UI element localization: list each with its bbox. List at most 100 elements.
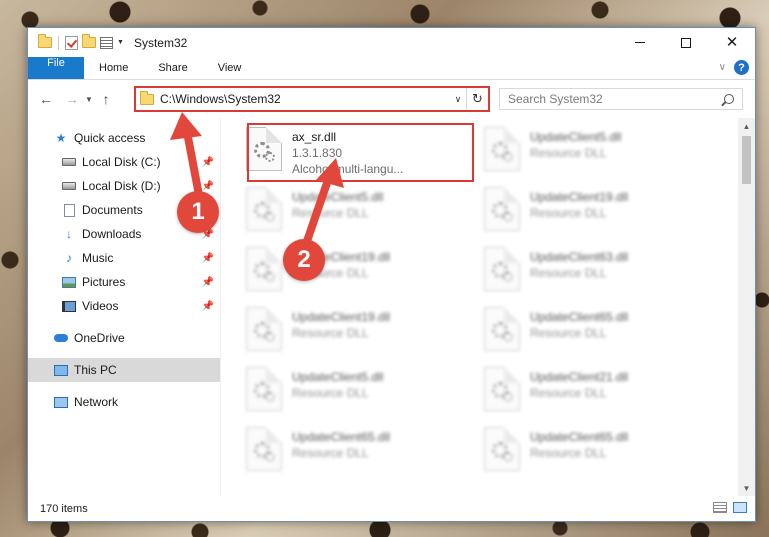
tab-home[interactable]: Home: [84, 57, 143, 79]
scrollbar-thumb[interactable]: [742, 136, 751, 184]
vertical-scrollbar[interactable]: ▲ ▼: [738, 118, 755, 496]
search-icon[interactable]: [724, 94, 734, 104]
maximize-icon: [681, 37, 691, 48]
file-item[interactable]: UpdateClient65.dll Resource DLL: [246, 423, 484, 483]
refresh-icon[interactable]: ↻: [466, 88, 488, 110]
new-folder-icon[interactable]: [82, 34, 96, 48]
scroll-down-icon[interactable]: ▼: [738, 480, 755, 496]
nav-quick-access-label: Quick access: [74, 131, 146, 145]
nav-pictures[interactable]: Pictures 📌: [28, 270, 220, 294]
nav-onedrive-label: OneDrive: [74, 331, 125, 345]
nav-network-label: Network: [74, 395, 119, 409]
quick-access-toolbar: ▼: [28, 34, 124, 50]
search-box[interactable]: [499, 88, 743, 110]
up-arrow-icon[interactable]: ↑: [96, 91, 116, 107]
file-item[interactable]: UpdateClient5.dll Resource DLL: [484, 123, 722, 183]
nav-item-label: Local Disk (C:): [82, 155, 161, 169]
file-type: Resource DLL: [530, 386, 607, 400]
file-type: Resource DLL: [292, 326, 369, 340]
maximize-button[interactable]: [663, 28, 709, 57]
forward-arrow-icon[interactable]: →: [62, 91, 82, 107]
pin-icon[interactable]: 📌: [202, 157, 214, 168]
nav-item-label: Local Disk (D:): [82, 179, 161, 193]
dll-file-icon: [246, 247, 282, 291]
address-path[interactable]: C:\Windows\System32: [160, 92, 281, 106]
file-grid: ax_sr.dll 1.3.1.830 Alcohol multi-langu.…: [246, 123, 722, 483]
file-name: UpdateClient5.dll: [292, 190, 384, 204]
nav-this-pc[interactable]: This PC: [28, 358, 220, 382]
dll-file-icon: [246, 367, 282, 411]
nav-local-disk-c[interactable]: Local Disk (C:) 📌: [28, 150, 220, 174]
computer-icon: [54, 364, 68, 376]
file-type: Resource DLL: [292, 386, 369, 400]
tab-view[interactable]: View: [203, 57, 257, 79]
file-item[interactable]: UpdateClient5.dll Resource DLL: [246, 183, 484, 243]
file-name: UpdateClient65.dll: [530, 430, 629, 444]
help-icon[interactable]: ?: [734, 60, 749, 75]
address-dropdown-chevron-icon[interactable]: ∨: [450, 94, 466, 105]
file-type: Resource DLL: [530, 446, 607, 460]
nav-item-label: Pictures: [82, 275, 126, 289]
pin-icon[interactable]: 📌: [202, 301, 214, 312]
nav-item-label: Music: [82, 251, 114, 265]
address-bar[interactable]: C:\Windows\System32 ∨ ↻: [134, 86, 490, 112]
tab-share[interactable]: Share: [143, 57, 202, 79]
nav-videos[interactable]: Videos 📌: [28, 294, 220, 318]
search-input[interactable]: [508, 92, 724, 106]
step-badge-1: 1: [177, 191, 219, 233]
nav-music[interactable]: ♪ Music 📌: [28, 246, 220, 270]
navigation-bar: ← → ▼ ↑ C:\Windows\System32 ∨ ↻: [28, 80, 755, 118]
file-type: Resource DLL: [530, 326, 607, 340]
dll-file-icon: [246, 127, 282, 171]
pin-icon[interactable]: 📌: [202, 181, 214, 192]
file-name: UpdateClient21.dll: [530, 370, 629, 384]
file-item[interactable]: UpdateClient19.dll Resource DLL: [246, 243, 484, 303]
file-item[interactable]: UpdateClient21.dll Resource DLL: [484, 363, 722, 423]
details-view-icon[interactable]: [713, 502, 727, 513]
properties-icon[interactable]: [100, 36, 113, 49]
nav-quick-access[interactable]: ★ Quick access: [28, 126, 220, 150]
file-name: UpdateClient65.dll: [530, 310, 629, 324]
file-name: UpdateClient5.dll: [530, 130, 622, 144]
downloads-icon: ↓: [66, 227, 72, 241]
minimize-button[interactable]: [617, 28, 663, 57]
videos-icon: [62, 300, 76, 312]
customize-toolbar-caret-icon[interactable]: ▼: [117, 39, 124, 46]
dll-file-icon: [484, 187, 520, 231]
file-name: UpdateClient19.dll: [530, 190, 629, 204]
disk-icon: [62, 158, 76, 166]
dll-file-icon: [484, 367, 520, 411]
main-area: ★ Quick access Local Disk (C:) 📌 Local D…: [28, 118, 755, 496]
file-item[interactable]: UpdateClient19.dll Resource DLL: [246, 303, 484, 363]
status-bar: 170 items: [28, 496, 755, 521]
address-bar-inner: C:\Windows\System32: [136, 88, 450, 110]
address-folder-icon: [140, 90, 154, 105]
pin-icon[interactable]: 📌: [202, 277, 214, 288]
nav-network[interactable]: Network: [28, 390, 220, 414]
dll-file-icon: [484, 307, 520, 351]
view-toggle: [713, 502, 747, 513]
scroll-up-icon[interactable]: ▲: [738, 118, 755, 134]
file-item[interactable]: UpdateClient65.dll Resource DLL: [484, 423, 722, 483]
file-item-ax-sr-dll[interactable]: ax_sr.dll 1.3.1.830 Alcohol multi-langu.…: [246, 123, 484, 183]
file-item[interactable]: UpdateClient19.dll Resource DLL: [484, 183, 722, 243]
dll-file-icon: [484, 247, 520, 291]
close-button[interactable]: ✕: [709, 28, 755, 57]
onedrive-cloud-icon: [54, 334, 68, 342]
nav-onedrive[interactable]: OneDrive: [28, 326, 220, 350]
window-title: System32: [133, 35, 188, 50]
pin-icon[interactable]: 📌: [202, 253, 214, 264]
back-arrow-icon[interactable]: ←: [36, 91, 56, 107]
expand-ribbon-chevron-icon[interactable]: ∨: [719, 62, 726, 73]
ribbon-right-controls: ∨ ?: [719, 60, 749, 75]
large-icons-view-icon[interactable]: [733, 502, 747, 513]
dll-file-icon: [484, 127, 520, 171]
recent-locations-chevron-icon[interactable]: ▼: [82, 95, 96, 104]
file-item[interactable]: UpdateClient5.dll Resource DLL: [246, 363, 484, 423]
properties-check-icon[interactable]: [65, 35, 78, 50]
file-list: ax_sr.dll 1.3.1.830 Alcohol multi-langu.…: [221, 118, 755, 496]
music-icon: ♪: [66, 251, 72, 265]
file-item[interactable]: UpdateClient63.dll Resource DLL: [484, 243, 722, 303]
file-item[interactable]: UpdateClient65.dll Resource DLL: [484, 303, 722, 363]
tab-file[interactable]: File: [28, 57, 84, 79]
